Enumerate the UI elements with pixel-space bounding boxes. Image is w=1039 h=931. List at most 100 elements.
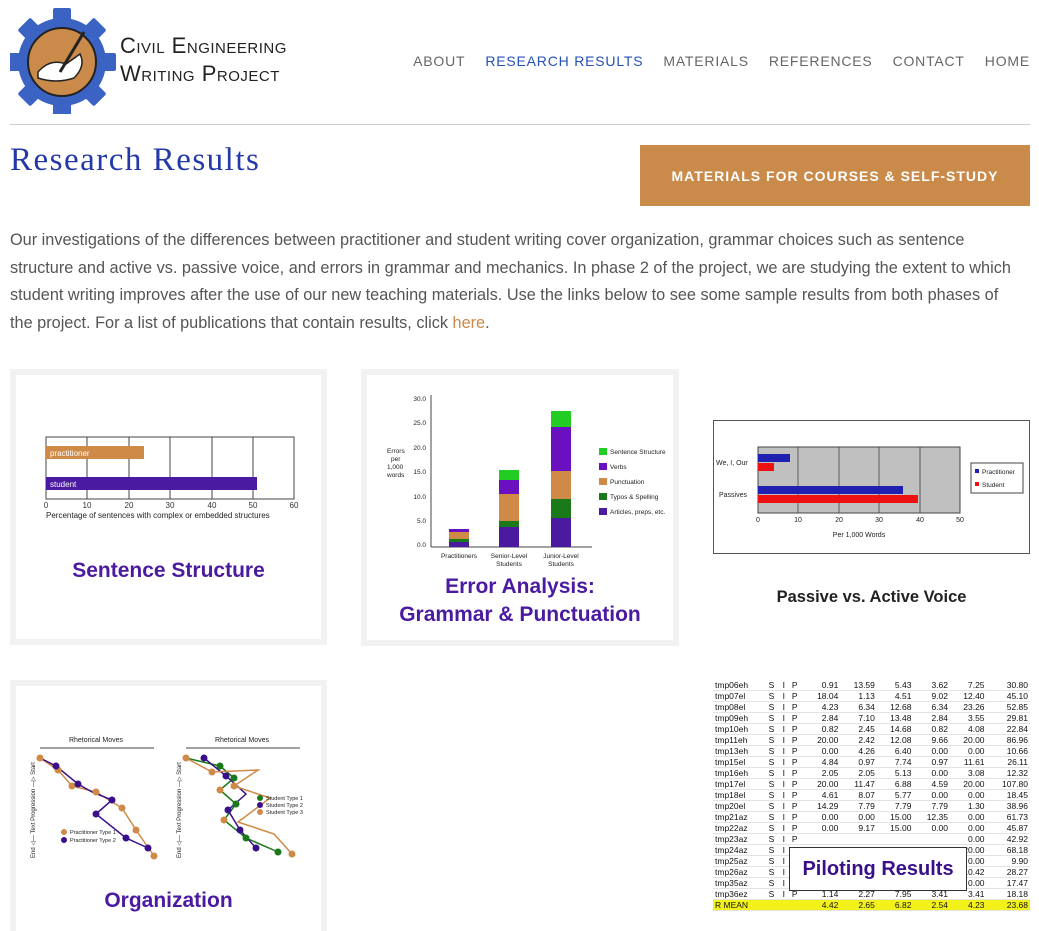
publications-link[interactable]: here (453, 314, 486, 332)
student-label: student (50, 480, 77, 489)
axis-label: End ◁— Text Progression —▷ Start (31, 762, 37, 858)
category-label: Junior-Level (543, 553, 579, 560)
y-label-line: words (386, 472, 405, 479)
logo-line-1: Civil Engineering (120, 33, 287, 58)
table-cell: 23.26 (949, 701, 987, 714)
table-cell: I (780, 723, 790, 736)
passive-active-chart: We, I, Our Passives 0 10 20 30 40 50 Per… (716, 446, 1024, 539)
table-cell: 22.84 (986, 723, 1030, 736)
table-cell: 5.43 (876, 680, 914, 692)
table-cell: 0.91 (803, 680, 841, 692)
y-tick: 30.0 (413, 396, 426, 403)
table-row: tmp15el S I P 4.84 0.97 7.74 0.97 11.61 26.11 (713, 756, 1030, 769)
x-axis-label: Percentage of sentences with complex or … (46, 511, 270, 520)
nav-contact[interactable]: CONTACT (893, 53, 965, 69)
x-axis-label: Per 1,000 Words (833, 532, 886, 539)
piloting-results-image[interactable]: tmp06eh S I P 0.91 13.59 5.43 3.62 7.25 30.80 tmp0… (713, 680, 1030, 931)
table-cell: 6.88 (876, 778, 914, 791)
table-cell: P (789, 701, 804, 714)
table-cell: 86.96 (986, 734, 1030, 747)
tick-label: 30 (875, 517, 883, 524)
bar-segment (551, 471, 571, 499)
y-tick: 20.0 (413, 445, 426, 452)
logo-line-2: Writing Project (120, 61, 280, 86)
chart-title: Rhetorical Moves (69, 737, 124, 744)
nav-about[interactable]: ABOUT (413, 53, 465, 69)
y-tick: 10.0 (413, 494, 426, 501)
intro-text: Our investigations of the differences be… (10, 231, 1011, 332)
table-row: tmp07el S I P 18.04 1.13 4.51 9.02 12.40 45.10 (713, 690, 1030, 703)
organization-image: Rhetorical Moves Rhetorical Moves End ◁—… (16, 686, 321, 931)
materials-button[interactable]: MATERIALS FOR COURSES & SELF-STUDY (640, 145, 1030, 206)
table-cell (840, 833, 877, 846)
nav-materials[interactable]: MATERIALS (663, 53, 749, 69)
table-cell: 9.17 (840, 822, 877, 835)
table-cell: tmp06eh (713, 680, 767, 692)
table-cell: tmp23az (713, 833, 767, 846)
bar-segment (499, 521, 519, 527)
table-cell: 2.65 (840, 899, 877, 912)
table-cell: 6.34 (840, 701, 877, 714)
table-cell: tmp10eh (713, 723, 767, 736)
table-cell: S (766, 723, 781, 736)
y-tick: 0.0 (417, 542, 426, 549)
table-cell: I (780, 778, 790, 791)
nav-home[interactable]: HOME (985, 53, 1030, 69)
category-label: Students (496, 561, 522, 568)
table-cell: 12.32 (986, 767, 1030, 780)
table-cell: I (780, 822, 790, 835)
table-cell: 0.00 (913, 789, 950, 802)
table-cell: 2.84 (913, 712, 950, 725)
table-cell: 107.80 (986, 778, 1030, 791)
table-cell: 0.00 (949, 789, 987, 802)
nav-references[interactable]: REFERENCES (769, 53, 873, 69)
table-cell: S (766, 745, 781, 758)
table-cell: P (789, 680, 804, 692)
table-cell: 20.00 (803, 778, 841, 791)
table-cell: S (766, 822, 781, 835)
tick-label: 40 (208, 501, 217, 510)
table-cell: 30.80 (986, 680, 1030, 692)
table-cell: 6.34 (913, 701, 950, 714)
tick-label: 20 (835, 517, 843, 524)
table-cell: 45.10 (986, 690, 1030, 703)
table-cell: 17.47 (986, 877, 1030, 890)
legend-label: Student Type 3 (266, 810, 303, 816)
table-cell: 0.00 (803, 811, 841, 824)
table-row: tmp10eh S I P 0.82 2.45 14.68 0.82 4.08 22.84 (713, 723, 1030, 736)
table-cell: S (766, 888, 781, 901)
table-cell: I (780, 712, 790, 725)
table-cell: 45.87 (986, 822, 1030, 835)
table-cell: 4.51 (876, 690, 914, 703)
axis-label: End ◁— Text Progression —▷ Start (177, 762, 183, 858)
mean-row: R MEAN 4.42 2.65 6.82 2.54 4.23 23.68 (713, 899, 1030, 912)
table-cell: tmp21az (713, 811, 767, 824)
table-cell: P (789, 778, 804, 791)
table-cell: 6.82 (876, 899, 914, 912)
table-cell: 42.92 (986, 833, 1030, 846)
table-cell: 5.13 (876, 767, 914, 780)
table-cell: tmp17el (713, 778, 767, 791)
passive-active-caption[interactable]: Passive vs. Active Voice (713, 588, 1030, 607)
table-cell: 12.35 (913, 811, 950, 824)
table-cell: 0.82 (803, 723, 841, 736)
sentence-structure-card[interactable]: practitioner student 0 10 20 30 40 50 60… (10, 369, 327, 645)
table-cell: 15.00 (876, 822, 914, 835)
table-cell: 8.07 (840, 789, 877, 802)
logo-text: Civil Engineering Writing Project (120, 32, 287, 88)
nav-research-results[interactable]: RESEARCH RESULTS (485, 53, 643, 69)
tick-label: 20 (125, 501, 134, 510)
table-cell: 3.62 (913, 680, 950, 692)
site-logo[interactable]: Civil Engineering Writing Project (8, 6, 350, 118)
table-cell: 10.66 (986, 745, 1030, 758)
error-analysis-card[interactable]: Errors per 1,000 words 30.0 25.0 20.0 15… (361, 369, 679, 646)
organization-card[interactable]: Rhetorical Moves Rhetorical Moves End ◁—… (10, 680, 327, 931)
table-cell: S (766, 778, 781, 791)
table-cell: 7.74 (876, 756, 914, 769)
organization-caption: Organization (104, 889, 233, 912)
passive-active-image[interactable]: We, I, Our Passives 0 10 20 30 40 50 Per… (713, 420, 1030, 554)
legend-swatch (599, 508, 607, 515)
legend-label: Practitioner Type 1 (70, 830, 116, 836)
category-label: Senior-Level (491, 553, 528, 560)
table-cell: P (789, 767, 804, 780)
